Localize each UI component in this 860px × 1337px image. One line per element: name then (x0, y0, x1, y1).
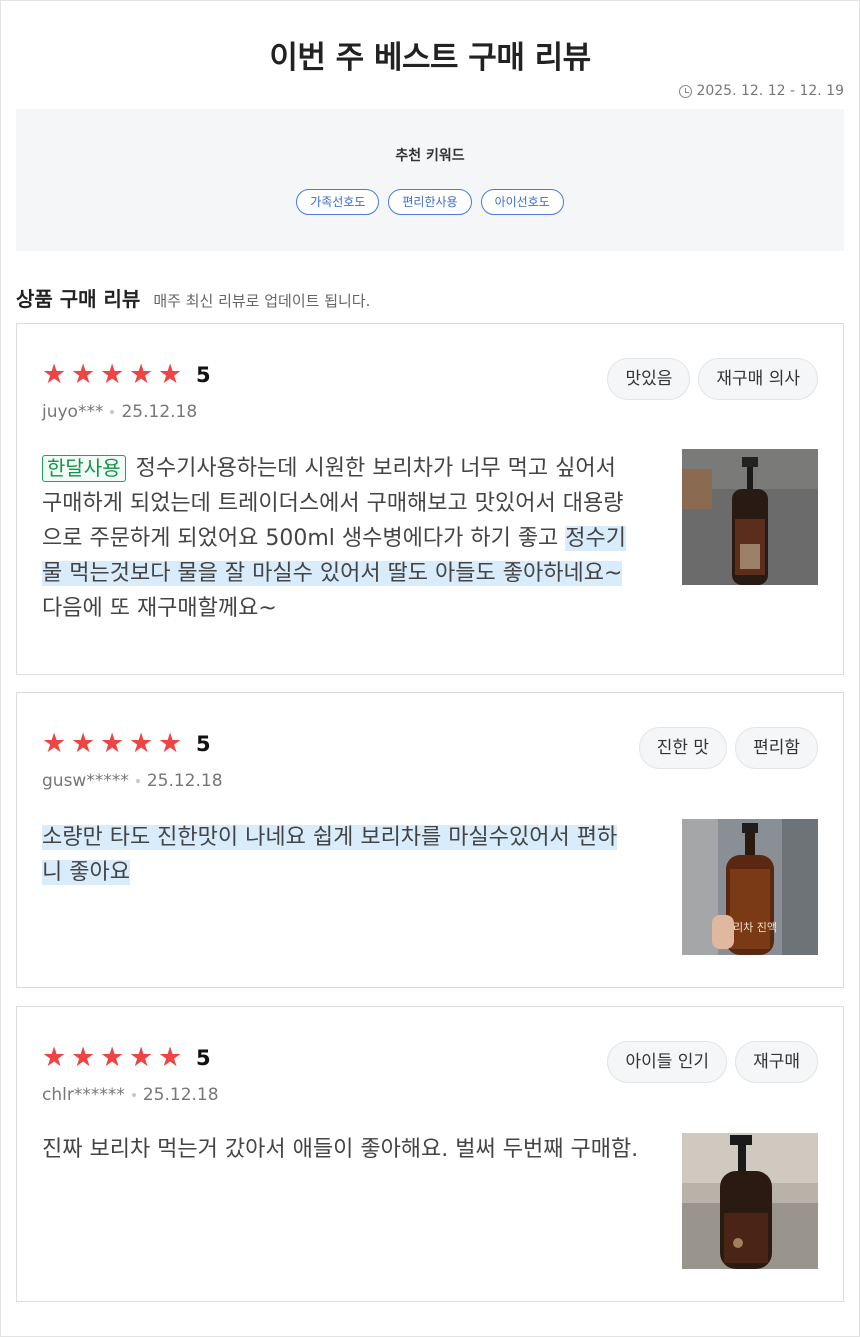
review-tag[interactable]: 편리함 (735, 727, 818, 769)
star-icon: ★ (100, 359, 125, 390)
star-icon: ★ (129, 728, 154, 759)
review-text: 진짜 보리차 먹는거 갔아서 애들이 좋아해요. 벌써 두번째 구매함. (42, 1132, 642, 1167)
review-text-after: 다음에 또 재구매할께요~ (42, 596, 277, 621)
star-icon: ★ (158, 1042, 183, 1073)
reviewer-id: juyo*** (42, 402, 104, 422)
star-icon: ★ (71, 728, 96, 759)
date-range-text: 2025. 12. 12 - 12. 19 (696, 83, 844, 99)
review-tag[interactable]: 진한 맛 (638, 727, 728, 769)
review-photo[interactable] (682, 449, 818, 585)
section-title: 상품 구매 리뷰 (16, 287, 141, 311)
separator-dot (110, 410, 115, 414)
star-icon: ★ (71, 359, 96, 390)
review-meta: chlr****** 25.12.18 (42, 1085, 219, 1105)
star-icon: ★ (158, 728, 183, 759)
review-meta: juyo*** 25.12.18 (42, 402, 197, 422)
review-date: 25.12.18 (142, 1085, 219, 1105)
usage-period-badge: 한달사용 (42, 455, 126, 482)
rating-score: 5 (196, 732, 211, 756)
review-text-plain: 정수기사용하는데 시원한 보리차가 너무 먹고 싶어서 구매하게 되었는데 트레… (42, 456, 624, 551)
clock-icon (679, 84, 693, 98)
review-photo[interactable]: 보리차 진액 (682, 819, 818, 955)
star-icon: ★ (42, 728, 67, 759)
review-text: 한달사용 정수기사용하는데 시원한 보리차가 너무 먹고 싶어서 구매하게 되었는… (42, 451, 642, 626)
star-icon: ★ (42, 359, 67, 390)
review-tags: 진한 맛 편리함 (638, 727, 818, 769)
review-card: ★ ★ ★ ★ ★ 5 gusw***** 25.12.18 진한 맛 편리함 … (16, 692, 844, 988)
star-icon: ★ (100, 728, 125, 759)
review-text-highlight: 소량만 타도 진한맛이 나네요 쉽게 보리차를 마실수있어서 편하니 좋아요 (42, 825, 618, 885)
review-date: 25.12.18 (146, 771, 223, 791)
star-icon: ★ (71, 1042, 96, 1073)
separator-dot (131, 1093, 136, 1097)
date-range: 2025. 12. 12 - 12. 19 (679, 83, 844, 99)
review-tags: 아이들 인기 재구매 (607, 1041, 818, 1083)
review-card: ★ ★ ★ ★ ★ 5 juyo*** 25.12.18 맛있음 재구매 의사 … (16, 323, 844, 675)
reviewer-id: chlr****** (42, 1085, 125, 1105)
keyword-chip-row: 가족선호도 편리한사용 아이선호도 (16, 189, 844, 215)
keyword-chip-kids[interactable]: 아이선호도 (480, 189, 564, 215)
keyword-chip-convenience[interactable]: 편리한사용 (388, 189, 472, 215)
keywords-title: 추천 키워드 (395, 148, 465, 164)
review-tag[interactable]: 맛있음 (607, 358, 691, 400)
keyword-chip-family[interactable]: 가족선호도 (296, 189, 380, 215)
star-icon: ★ (100, 1042, 125, 1073)
star-icon: ★ (129, 359, 154, 390)
review-text: 소량만 타도 진한맛이 나네요 쉽게 보리차를 마실수있어서 편하니 좋아요 (42, 820, 632, 890)
review-card: ★ ★ ★ ★ ★ 5 chlr****** 25.12.18 아이들 인기 재… (16, 1006, 844, 1302)
review-date: 25.12.18 (121, 402, 198, 422)
review-tag[interactable]: 아이들 인기 (607, 1041, 728, 1083)
rating-score: 5 (196, 1046, 211, 1070)
review-tags: 맛있음 재구매 의사 (607, 358, 818, 400)
section-subtitle: 매주 최신 리뷰로 업데이트 됩니다. (153, 292, 371, 310)
star-rating: ★ ★ ★ ★ ★ 5 (42, 361, 211, 389)
page-title: 이번 주 베스트 구매 리뷰 (269, 40, 591, 76)
star-icon: ★ (42, 1042, 67, 1073)
star-icon: ★ (129, 1042, 154, 1073)
star-icon: ★ (158, 359, 183, 390)
review-tag[interactable]: 재구매 의사 (698, 358, 818, 400)
section-header: 상품 구매 리뷰 매주 최신 리뷰로 업데이트 됩니다. (16, 283, 370, 312)
rating-score: 5 (196, 363, 211, 387)
star-rating: ★ ★ ★ ★ ★ 5 (42, 730, 211, 758)
separator-dot (135, 779, 140, 783)
review-tag[interactable]: 재구매 (735, 1041, 818, 1083)
review-meta: gusw***** 25.12.18 (42, 771, 223, 791)
reviewer-id: gusw***** (42, 771, 129, 791)
recommended-keywords-panel: 추천 키워드 가족선호도 편리한사용 아이선호도 (16, 109, 844, 251)
review-photo[interactable] (682, 1133, 818, 1269)
review-text-plain: 진짜 보리차 먹는거 갔아서 애들이 좋아해요. 벌써 두번째 구매함. (42, 1137, 639, 1162)
star-rating: ★ ★ ★ ★ ★ 5 (42, 1044, 211, 1072)
